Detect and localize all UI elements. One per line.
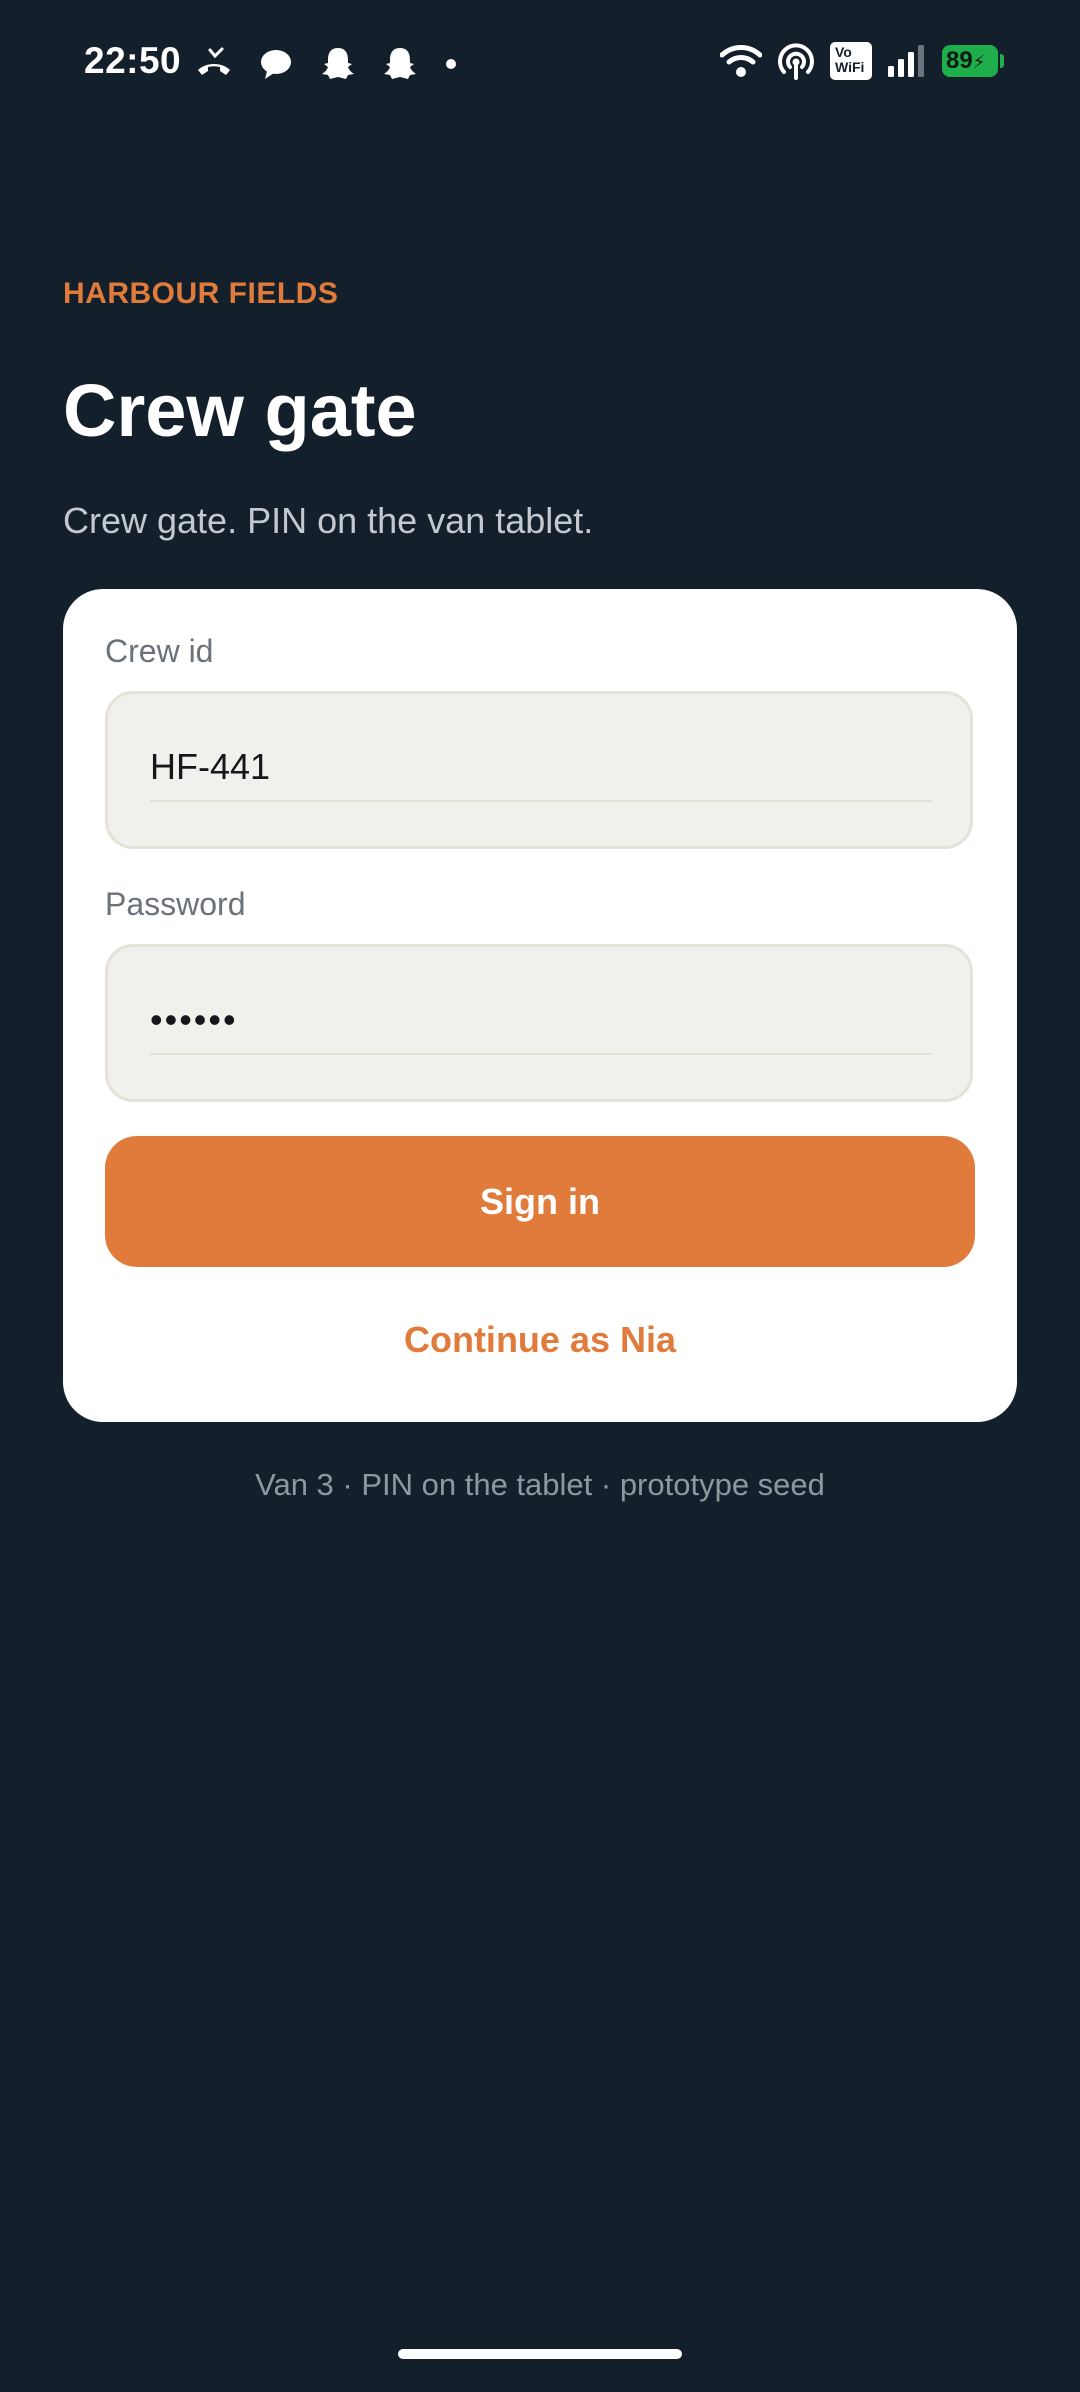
signal-icon	[888, 45, 924, 77]
notification-icons	[194, 44, 456, 84]
password-field[interactable]	[105, 944, 973, 1102]
page-title: Crew gate	[63, 369, 417, 452]
password-underline	[150, 1053, 932, 1055]
sign-in-button[interactable]: Sign in	[105, 1136, 975, 1267]
system-icons: Vo WiFi 89⚡	[720, 42, 1004, 80]
snapchat-icon	[322, 48, 354, 79]
continue-as-guest-link[interactable]: Continue as Nia	[63, 1319, 1017, 1361]
wifi-icon	[720, 45, 762, 77]
crew-id-input[interactable]	[150, 742, 930, 792]
status-time: 22:50	[84, 40, 182, 81]
chat-bubble-icon	[261, 50, 291, 79]
crew-id-field[interactable]	[105, 691, 973, 849]
hotspot-icon	[778, 43, 814, 80]
crew-id-underline	[150, 800, 932, 802]
footer-note: Van 3 · PIN on the tablet · prototype se…	[255, 1467, 825, 1502]
missed-call-icon	[198, 47, 230, 75]
battery-icon: 89⚡	[942, 45, 1004, 77]
snapchat-icon	[384, 48, 416, 79]
password-label: Password	[105, 886, 246, 922]
login-card: Crew id Password Sign in Continue as Nia	[63, 589, 1017, 1422]
password-input[interactable]	[150, 995, 930, 1045]
brand-label: HARBOUR FIELDS	[63, 277, 339, 310]
status-bar: 22:50 Vo WiFi 89⚡	[0, 0, 1080, 126]
vowifi-icon: Vo WiFi	[830, 42, 872, 80]
battery-level: 89	[946, 47, 973, 74]
crew-id-label: Crew id	[105, 633, 214, 669]
page-subtitle: Crew gate. PIN on the van tablet.	[63, 500, 594, 541]
notification-dot	[446, 59, 456, 69]
home-indicator[interactable]	[398, 2349, 682, 2359]
